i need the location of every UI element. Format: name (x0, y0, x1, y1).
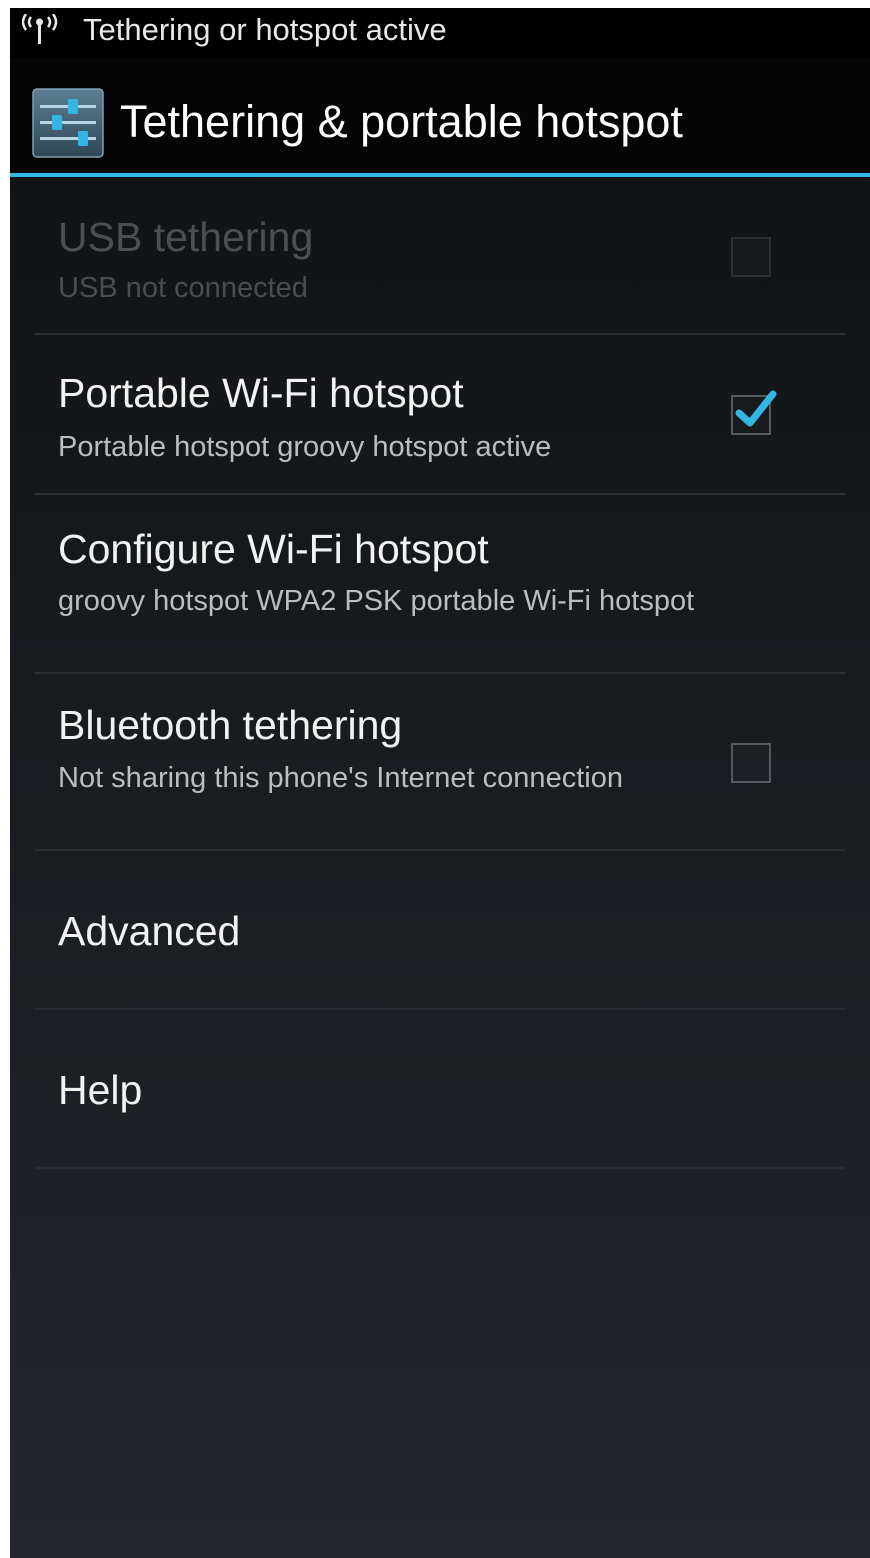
pref-summary: USB not connected (58, 272, 308, 304)
pref-title: Portable Wi-Fi hotspot (58, 370, 464, 416)
pref-title: Configure Wi-Fi hotspot (58, 526, 489, 572)
screen: Tethering or hotspot active Tethering & … (10, 8, 870, 1558)
pref-bluetooth-tethering[interactable]: Bluetooth tethering Not sharing this pho… (10, 674, 870, 850)
pref-portable-wifi-hotspot[interactable]: Portable Wi-Fi hotspot Portable hotspot … (10, 335, 870, 494)
list-divider (35, 1167, 845, 1169)
pref-usb-tethering[interactable]: USB tethering USB not connected (10, 177, 870, 335)
pref-advanced[interactable]: Advanced (10, 851, 870, 1008)
pref-title: Help (58, 1067, 143, 1113)
usb-tethering-checkbox[interactable] (731, 237, 771, 277)
pref-title: USB tethering (58, 214, 314, 260)
status-bar: Tethering or hotspot active (10, 8, 870, 58)
tethering-icon (22, 14, 58, 44)
status-notification-text: Tethering or hotspot active (83, 12, 447, 47)
action-bar: Tethering & portable hotspot (10, 58, 870, 173)
pref-summary: Not sharing this phone's Internet connec… (58, 762, 623, 794)
pref-summary: Portable hotspot groovy hotspot active (58, 431, 552, 463)
pref-title: Bluetooth tethering (58, 702, 403, 748)
wifi-hotspot-checkbox[interactable] (731, 390, 777, 435)
settings-sliders-icon[interactable] (32, 88, 104, 158)
page-title: Tethering & portable hotspot (120, 96, 683, 147)
check-mark-icon (735, 390, 777, 427)
pref-title: Advanced (58, 908, 241, 954)
pref-summary: groovy hotspot WPA2 PSK portable Wi-Fi h… (58, 585, 695, 617)
pref-configure-wifi-hotspot[interactable]: Configure Wi-Fi hotspot groovy hotspot W… (10, 495, 870, 673)
pref-help[interactable]: Help (10, 1010, 870, 1167)
bluetooth-tethering-checkbox[interactable] (731, 743, 771, 783)
